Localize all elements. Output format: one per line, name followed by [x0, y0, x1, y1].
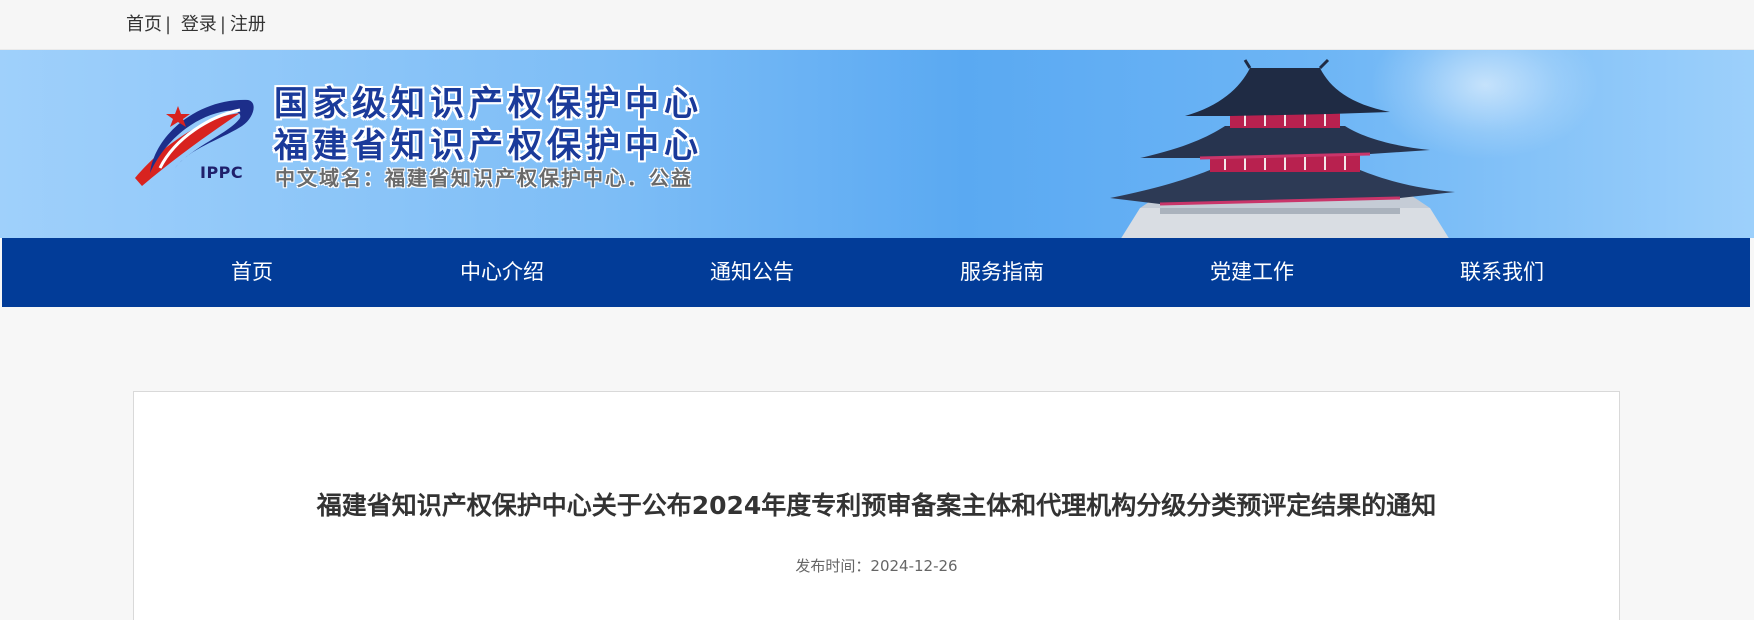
separator: | [219, 14, 226, 35]
article-meta: 发布时间：2024-12-26 [134, 555, 1619, 576]
top-link-login[interactable]: 登录 [181, 14, 217, 35]
top-links: 首页 | 登录 | 注册 [126, 13, 266, 37]
publish-label: 发布时间： [795, 557, 871, 575]
article-title: 福建省知识产权保护中心关于公布2024年度专利预审备案主体和代理机构分级分类预评… [316, 491, 1437, 520]
banner-domain-text: 中文域名：福建省知识产权保护中心．公益 [275, 166, 693, 190]
top-bar: 首页 | 登录 | 注册 [0, 0, 1754, 50]
publish-date: 2024-12-26 [870, 557, 958, 575]
nav-item-home[interactable]: 首页 [152, 238, 352, 307]
main-nav: 首页 中心介绍 通知公告 服务指南 党建工作 联系我们 [2, 238, 1750, 307]
logo-text: IPPC [200, 163, 244, 182]
top-link-home[interactable]: 首页 [126, 14, 162, 35]
separator: | [165, 14, 172, 35]
top-link-register[interactable]: 注册 [230, 14, 266, 35]
nav-item-about[interactable]: 中心介绍 [402, 238, 602, 307]
ippc-logo-icon [135, 99, 254, 186]
nav-item-notices[interactable]: 通知公告 [652, 238, 852, 307]
nav-item-service-guide[interactable]: 服务指南 [902, 238, 1102, 307]
site-banner: IPPC 国家级知识产权保护中心 福建省知识产权保护中心 中文域名：福建省知识产… [0, 50, 1754, 238]
banner-title-fujian: 福建省知识产权保护中心 [274, 126, 703, 166]
pavilion-image-icon [1110, 58, 1455, 238]
nav-item-contact[interactable]: 联系我们 [1402, 238, 1602, 307]
nav-item-party-building[interactable]: 党建工作 [1152, 238, 1352, 307]
article-container: 福建省知识产权保护中心关于公布2024年度专利预审备案主体和代理机构分级分类预评… [133, 391, 1620, 620]
